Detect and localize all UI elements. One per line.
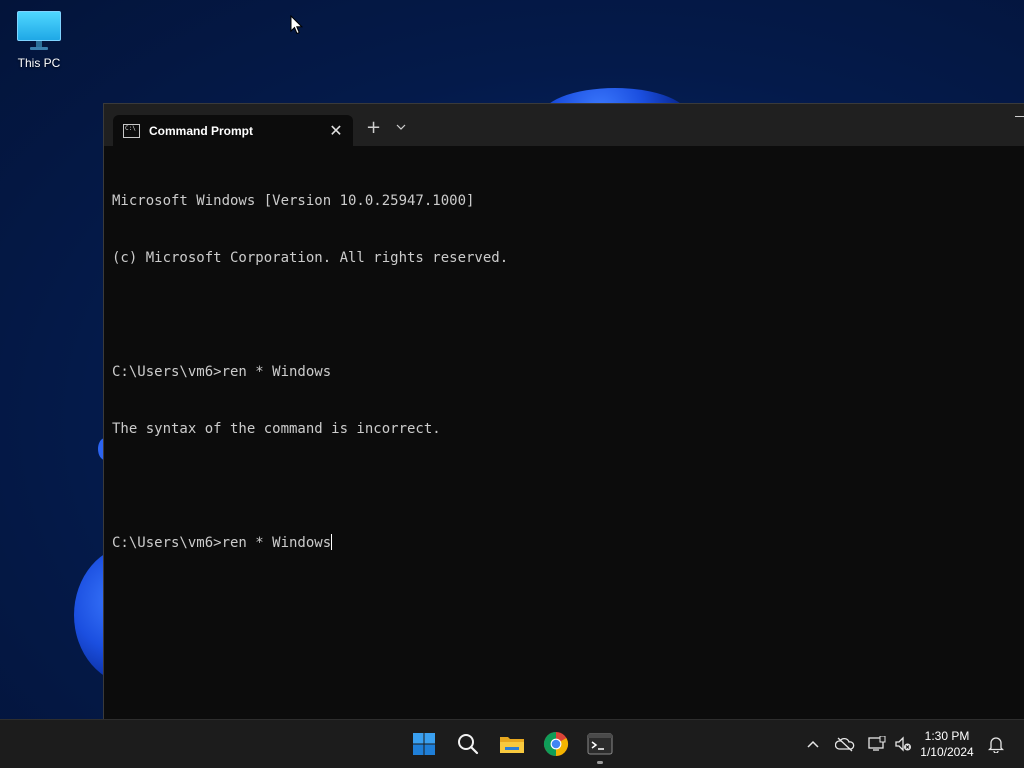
network-icon bbox=[868, 736, 886, 751]
terminal-window[interactable]: Command Prompt ✕ + Microsoft Windows [Ve… bbox=[103, 103, 1024, 721]
running-indicator bbox=[597, 761, 603, 764]
console-input-line[interactable]: C:\Users\vm6>ren * Windows bbox=[112, 534, 1024, 553]
tab-title: Command Prompt bbox=[149, 123, 254, 138]
windows-logo-icon bbox=[413, 733, 435, 755]
console-current-input: C:\Users\vm6>ren * Windows bbox=[112, 535, 332, 551]
mouse-cursor-icon bbox=[290, 15, 304, 35]
notification-bell-icon bbox=[988, 737, 1004, 753]
show-hidden-icons-button[interactable] bbox=[803, 734, 823, 754]
new-tab-button[interactable]: + bbox=[366, 119, 381, 137]
onedrive-icon bbox=[835, 737, 855, 752]
clock-time: 1:30 PM bbox=[924, 729, 970, 743]
network-button[interactable] bbox=[867, 734, 887, 754]
onedrive-button[interactable] bbox=[835, 734, 855, 754]
search-button[interactable] bbox=[452, 728, 484, 760]
close-tab-button[interactable]: ✕ bbox=[325, 122, 347, 139]
monitor-icon bbox=[8, 11, 70, 50]
chevron-down-icon[interactable] bbox=[396, 118, 406, 136]
clock[interactable]: 1:30 PM 1/10/2024 bbox=[912, 728, 982, 760]
chevron-up-icon bbox=[807, 740, 819, 748]
text-caret bbox=[331, 534, 333, 550]
console-line: C:\Users\vm6>ren * Windows bbox=[112, 364, 332, 380]
cmd-icon bbox=[123, 123, 140, 138]
desktop-icon-this-pc[interactable]: This PC bbox=[8, 8, 70, 70]
title-bar[interactable]: Command Prompt ✕ + bbox=[104, 104, 1024, 146]
volume-button[interactable] bbox=[893, 734, 913, 754]
console-line: The syntax of the command is incorrect. bbox=[112, 421, 441, 437]
taskbar: 1:30 PM 1/10/2024 bbox=[0, 719, 1024, 768]
start-button[interactable] bbox=[408, 728, 440, 760]
console-line: (c) Microsoft Corporation. All rights re… bbox=[112, 250, 509, 266]
file-explorer-button[interactable] bbox=[496, 728, 528, 760]
notifications-button[interactable] bbox=[986, 734, 1006, 754]
volume-muted-icon bbox=[895, 736, 911, 752]
console-line: Microsoft Windows [Version 10.0.25947.10… bbox=[112, 193, 475, 209]
chrome-icon bbox=[543, 732, 569, 756]
minimize-button[interactable] bbox=[1015, 116, 1024, 117]
console-output[interactable]: Microsoft Windows [Version 10.0.25947.10… bbox=[104, 146, 1024, 591]
folder-icon bbox=[500, 737, 524, 753]
clock-date: 1/10/2024 bbox=[920, 745, 974, 759]
desktop-icon-label: This PC bbox=[17, 56, 61, 70]
terminal-button[interactable] bbox=[584, 728, 616, 764]
chrome-button[interactable] bbox=[540, 728, 572, 760]
tab-command-prompt[interactable]: Command Prompt ✕ bbox=[113, 115, 353, 146]
search-icon bbox=[458, 734, 479, 755]
terminal-icon bbox=[587, 733, 613, 755]
